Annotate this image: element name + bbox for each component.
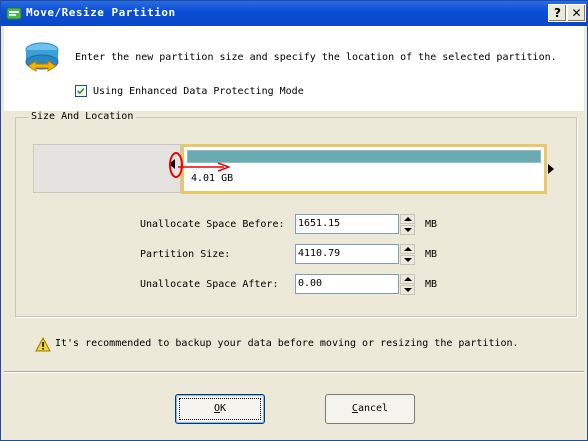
spin-down-button[interactable] (400, 255, 415, 265)
separator (4, 371, 584, 373)
unit-label: MB (425, 219, 438, 230)
spin-up-button[interactable] (400, 214, 415, 224)
partition-usage-bar (187, 150, 541, 163)
focus-rect (179, 398, 261, 420)
spin-up-button[interactable] (400, 244, 415, 254)
unallocated-before-spinner[interactable] (400, 214, 415, 235)
unit-label: MB (425, 249, 438, 260)
arrow-down-icon (404, 228, 412, 232)
header-panel: Enter the new partition size and specify… (4, 26, 584, 111)
unallocated-after-spinner[interactable] (400, 274, 415, 295)
dialog-body: Enter the new partition size and specify… (4, 26, 584, 437)
cancel-button[interactable]: Cancel (325, 394, 415, 424)
unit-label: MB (425, 279, 438, 290)
partition-size-label: 4.01 GB (191, 173, 234, 184)
partition-size-spinner[interactable] (400, 244, 415, 265)
spin-down-button[interactable] (400, 225, 415, 235)
warning-icon (35, 337, 51, 352)
partition-size-field-label: Partition Size: (140, 249, 231, 260)
enhanced-mode-checkbox[interactable] (75, 85, 87, 97)
move-resize-dialog: Move/Resize Partition ? ✕ Enter the new … (0, 0, 588, 441)
size-location-label: Size And Location (28, 111, 137, 122)
arrow-down-icon (404, 258, 412, 262)
close-button[interactable]: ✕ (567, 4, 586, 22)
annotation-arrow-icon (178, 162, 230, 172)
arrow-up-icon (404, 247, 412, 251)
help-button[interactable]: ? (548, 4, 567, 22)
arrow-down-icon (404, 288, 412, 292)
partition-size-input[interactable]: 4110.79 (295, 244, 399, 264)
enhanced-mode-label[interactable]: Using Enhanced Data Protecting Mode (93, 86, 304, 97)
spin-down-button[interactable] (400, 285, 415, 295)
spin-up-button[interactable] (400, 274, 415, 284)
move-resize-icon (25, 42, 59, 72)
right-resize-handle[interactable] (548, 164, 554, 174)
cancel-label-rest: ancel (357, 403, 389, 414)
arrow-up-icon (404, 217, 412, 221)
title-bar[interactable]: Move/Resize Partition ? ✕ (1, 1, 587, 26)
arrow-up-icon (404, 277, 412, 281)
ok-button[interactable]: OK (175, 394, 265, 424)
unallocated-after-input[interactable]: 0.00 (295, 274, 399, 294)
instruction-text: Enter the new partition size and specify… (75, 52, 557, 63)
unallocated-space-before-block[interactable] (33, 144, 181, 193)
warning-text: It's recommended to backup your data bef… (55, 338, 519, 349)
unallocated-before-label: Unallocate Space Before: (140, 219, 285, 230)
app-icon (6, 7, 22, 20)
unallocated-before-input[interactable]: 1651.15 (295, 214, 399, 234)
unallocated-after-label: Unallocate Space After: (140, 279, 279, 290)
window-title: Move/Resize Partition (26, 6, 176, 19)
checkmark-icon (77, 87, 85, 95)
